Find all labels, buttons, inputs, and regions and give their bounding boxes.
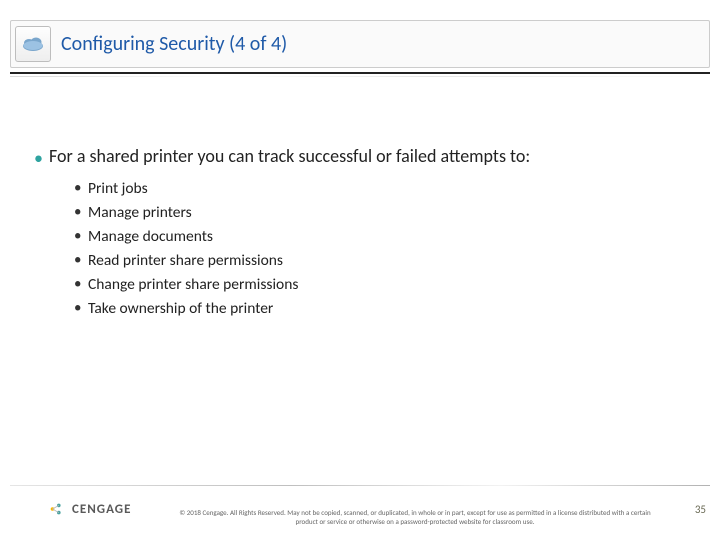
brand: CENGAGE: [48, 500, 131, 518]
list-item: Change printer share permissions: [74, 273, 690, 297]
page-number: 35: [695, 503, 706, 516]
list-item: Print jobs: [74, 177, 690, 201]
slide-title: Configuring Security (4 of 4): [61, 32, 287, 56]
brand-text: CENGAGE: [72, 502, 131, 517]
slide: Configuring Security (4 of 4) • For a sh…: [0, 0, 720, 540]
list-item: Take ownership of the printer: [74, 297, 690, 321]
list-item: Read printer share permissions: [74, 249, 690, 273]
sub-list: Print jobs Manage printers Manage docume…: [74, 177, 690, 321]
footer-divider: [10, 485, 710, 486]
header-band: Configuring Security (4 of 4): [10, 20, 710, 68]
header-underline-shadow: [10, 76, 710, 77]
list-item: Manage documents: [74, 225, 690, 249]
brand-logo-icon: [48, 500, 66, 518]
lead-text: For a shared printer you can track succe…: [49, 145, 530, 167]
header-underline: [10, 72, 710, 74]
lead-bullet: •: [34, 149, 43, 167]
lead-row: • For a shared printer you can track suc…: [34, 145, 690, 167]
list-item: Manage printers: [74, 201, 690, 225]
cloud-icon: [15, 26, 51, 62]
body: • For a shared printer you can track suc…: [34, 145, 690, 321]
copyright: © 2018 Cengage. All Rights Reserved. May…: [170, 508, 660, 526]
